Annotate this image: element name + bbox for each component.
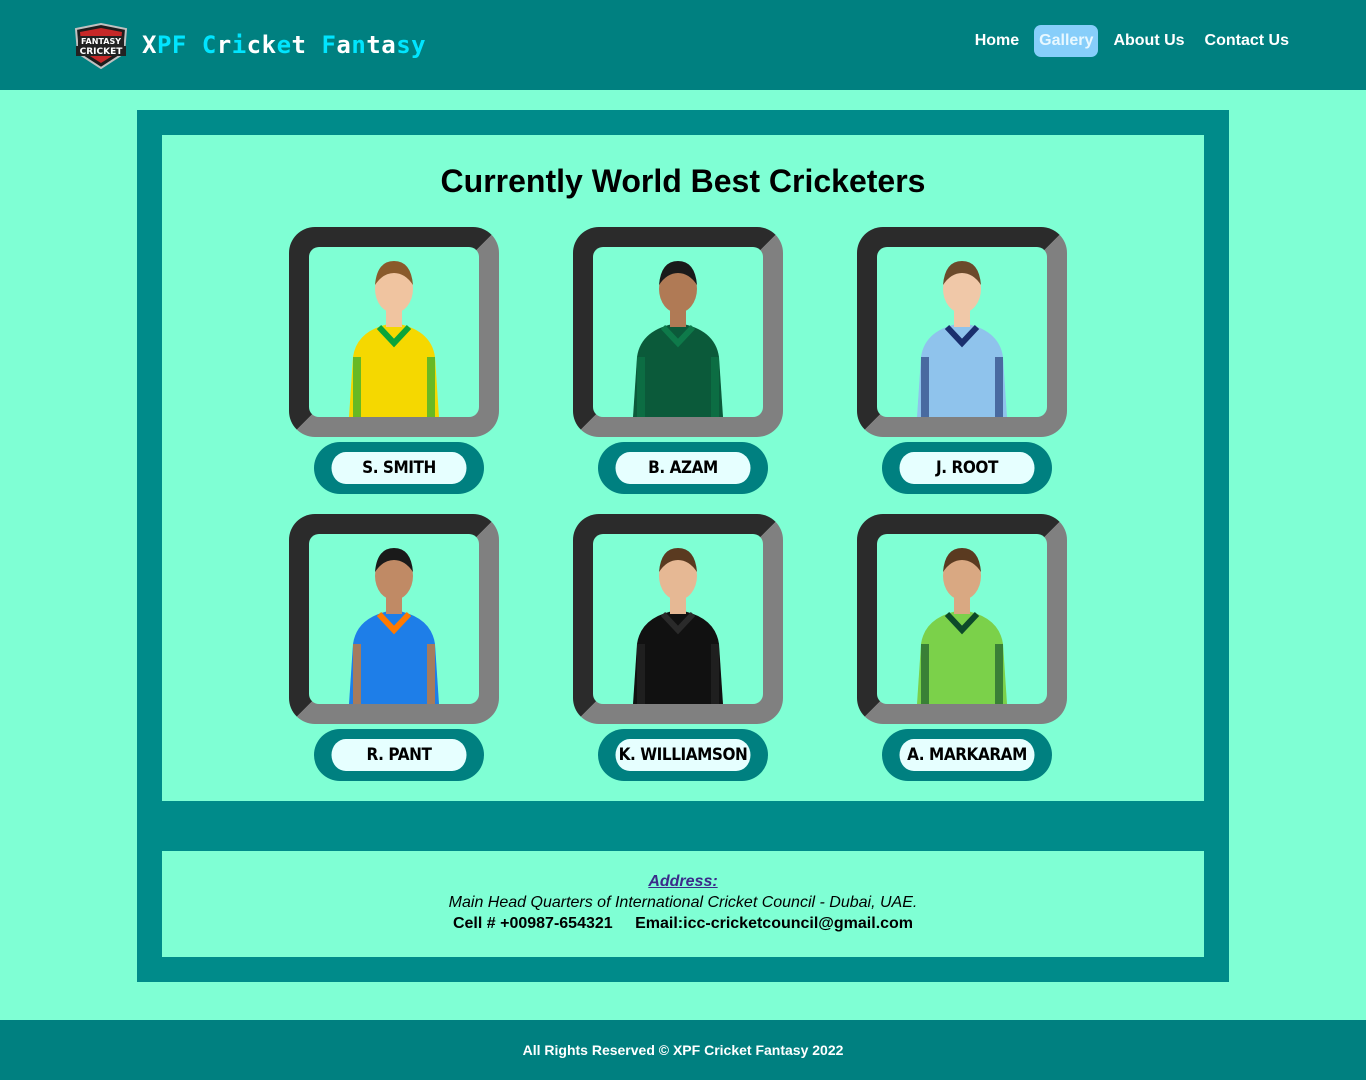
brand-letter: P — [156, 31, 172, 59]
player-photo-frame — [857, 514, 1067, 724]
site-footer: All Rights Reserved © XPF Cricket Fantas… — [0, 1020, 1366, 1080]
brand-letter: k — [261, 31, 277, 59]
address-label: Address: — [648, 873, 718, 890]
player-photo — [309, 534, 479, 704]
player-photo — [593, 247, 763, 417]
content-panel: Currently World Best Cricketers S. SMITH… — [137, 110, 1229, 982]
brand-letter: F — [321, 31, 337, 59]
brand-title[interactable]: XPF Cricket Fantasy — [142, 31, 426, 59]
player-photo — [877, 247, 1047, 417]
brand-letter — [187, 31, 202, 59]
player-silhouette-icon — [917, 261, 1007, 417]
gallery-section: Currently World Best Cricketers S. SMITH… — [162, 135, 1204, 801]
nav-about-us[interactable]: About Us — [1108, 25, 1189, 57]
address-line: Main Head Quarters of International Cric… — [448, 894, 918, 911]
player-card[interactable]: S. SMITH — [289, 227, 499, 494]
player-photo-frame — [573, 227, 783, 437]
player-name-badge: S. SMITH — [314, 442, 484, 494]
nav-contact-us[interactable]: Contact Us — [1200, 25, 1294, 57]
brand-letter — [306, 31, 321, 59]
brand-letter: a — [381, 31, 397, 59]
player-name: J. ROOT — [899, 452, 1035, 484]
address-section: Address: Main Head Quarters of Internati… — [162, 851, 1204, 957]
player-silhouette-icon — [633, 548, 723, 704]
svg-text:FANTASY: FANTASY — [81, 37, 121, 46]
player-photo-frame — [857, 227, 1067, 437]
brand-letter: a — [336, 31, 352, 59]
brand-letter: F — [171, 31, 187, 59]
player-name-badge: B. AZAM — [598, 442, 768, 494]
player-name-badge: A. MARKARAM — [882, 729, 1052, 781]
player-name: B. AZAM — [615, 452, 751, 484]
brand-letter: c — [246, 31, 262, 59]
brand-letter: e — [276, 31, 292, 59]
brand-letter: i — [231, 31, 247, 59]
player-silhouette-icon — [917, 548, 1007, 704]
player-card[interactable]: J. ROOT — [857, 227, 1067, 494]
player-name: R. PANT — [331, 739, 467, 771]
player-name: K. WILLIAMSON — [615, 739, 751, 771]
player-photo — [877, 534, 1047, 704]
gallery-title: Currently World Best Cricketers — [440, 163, 926, 199]
player-photo-frame — [289, 514, 499, 724]
brand-letter: X — [142, 31, 157, 59]
player-name-badge: K. WILLIAMSON — [598, 729, 768, 781]
player-silhouette-icon — [349, 261, 439, 417]
cell-number: Cell # +00987-654321 — [452, 915, 613, 932]
fantasy-cricket-logo-icon[interactable]: FANTASY CRICKET — [72, 23, 130, 69]
brand-letter: y — [411, 31, 427, 59]
player-photo — [593, 534, 763, 704]
player-photo-frame — [573, 514, 783, 724]
nav-home[interactable]: Home — [970, 25, 1024, 57]
brand-letter: t — [291, 31, 307, 59]
player-name: S. SMITH — [331, 452, 467, 484]
contact-info: Cell # +00987-654321 Email:icc-cricketco… — [162, 915, 1204, 933]
player-card[interactable]: R. PANT — [289, 514, 499, 781]
email-address[interactable]: Email:icc-cricketcouncil@gmail.com — [635, 915, 913, 932]
brand-letter: s — [396, 31, 412, 59]
nav-gallery[interactable]: Gallery — [1034, 25, 1099, 57]
main-nav: Home Gallery About Us Contact Us — [970, 25, 1294, 57]
site-header: FANTASY CRICKET XPF Cricket Fantasy Home… — [0, 0, 1366, 90]
player-silhouette-icon — [633, 261, 723, 417]
player-card[interactable]: K. WILLIAMSON — [573, 514, 783, 781]
player-card[interactable]: A. MARKARAM — [857, 514, 1067, 781]
player-card[interactable]: B. AZAM — [573, 227, 783, 494]
player-name-badge: R. PANT — [314, 729, 484, 781]
player-name: A. MARKARAM — [899, 739, 1035, 771]
player-name-badge: J. ROOT — [882, 442, 1052, 494]
player-photo — [309, 247, 479, 417]
brand-letter: t — [366, 31, 382, 59]
brand-letter: C — [201, 31, 217, 59]
svg-text:CRICKET: CRICKET — [80, 47, 124, 57]
player-silhouette-icon — [349, 548, 439, 704]
player-photo-frame — [289, 227, 499, 437]
brand-letter: n — [351, 31, 367, 59]
brand-letter: r — [216, 31, 232, 59]
